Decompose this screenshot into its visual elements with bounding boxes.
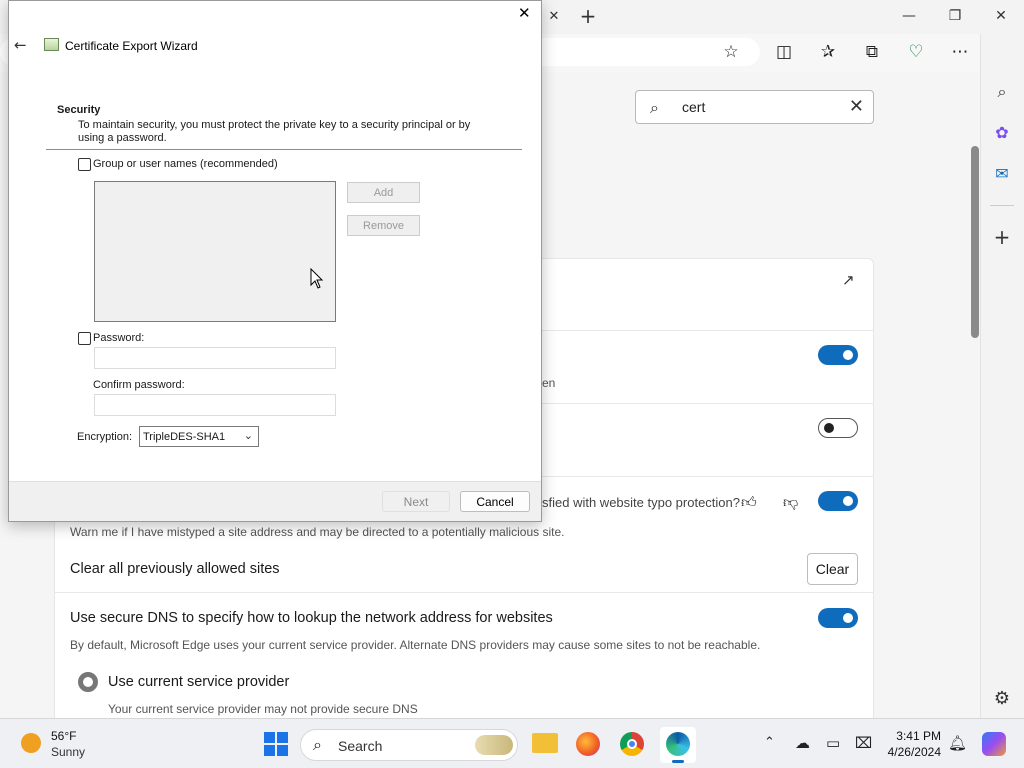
- section-title: Security: [57, 104, 101, 116]
- new-tab-button[interactable]: +: [575, 2, 601, 30]
- chevron-down-icon: ⌄: [243, 429, 253, 442]
- settings-gear-icon[interactable]: ⚙: [980, 683, 1024, 713]
- clock-date[interactable]: 4/26/2024: [884, 745, 941, 759]
- thumbs-down-icon[interactable]: 👎︎: [783, 493, 798, 512]
- file-explorer-icon[interactable]: [532, 733, 558, 753]
- current-provider-description: Your current service provider may not pr…: [108, 702, 418, 716]
- encryption-select[interactable]: TripleDES-SHA1 ⌄: [139, 426, 259, 447]
- clear-search-icon[interactable]: ✕: [849, 96, 864, 117]
- secure-dns-toggle[interactable]: [818, 608, 858, 628]
- collections-icon[interactable]: ⧉: [855, 36, 889, 68]
- search-icon: ⌕: [650, 98, 659, 117]
- confirm-password-field[interactable]: [94, 394, 336, 416]
- tab-close-icon[interactable]: ✕: [542, 0, 566, 32]
- typo-protection-toggle[interactable]: [818, 491, 858, 511]
- taskbar-search-box[interactable]: ⌕ Search: [300, 729, 518, 761]
- weather-temp[interactable]: 56°F: [51, 729, 76, 743]
- search-value: cert: [682, 99, 706, 115]
- current-provider-label: Use current service provider: [108, 674, 290, 690]
- next-button[interactable]: Next: [382, 491, 450, 512]
- browser-essentials-icon[interactable]: ♡: [899, 36, 933, 68]
- typo-protection-description: Warn me if I have mistyped a site addres…: [70, 525, 565, 539]
- mouse-cursor-icon: [310, 268, 324, 289]
- partial-description: en: [542, 376, 556, 390]
- edge-taskbar-button[interactable]: [660, 727, 696, 763]
- chrome-icon[interactable]: [620, 732, 644, 756]
- display-icon[interactable]: ▭: [826, 734, 840, 752]
- group-names-checkbox[interactable]: [78, 158, 91, 171]
- more-icon[interactable]: ⋯: [943, 36, 977, 68]
- remove-button[interactable]: Remove: [347, 215, 420, 236]
- open-external-icon[interactable]: ↗: [842, 271, 860, 289]
- divider: [54, 592, 874, 593]
- add-button[interactable]: Add: [347, 182, 420, 203]
- search-highlight-icon: [475, 735, 513, 755]
- encryption-value: TripleDES-SHA1: [143, 431, 226, 443]
- current-provider-radio[interactable]: [78, 672, 98, 692]
- copilot-app-icon[interactable]: ✿: [980, 117, 1024, 147]
- start-button[interactable]: [264, 732, 288, 756]
- secure-dns-description: By default, Microsoft Edge uses your cur…: [70, 638, 761, 652]
- network-icon[interactable]: ⌧: [855, 734, 872, 752]
- cancel-button[interactable]: Cancel: [460, 491, 530, 512]
- settings-search-input[interactable]: ⌕ cert ✕: [635, 90, 874, 124]
- search-icon[interactable]: ⌕: [980, 77, 1024, 107]
- onedrive-icon[interactable]: ☁: [795, 734, 810, 752]
- dialog-title: Certificate Export Wizard: [65, 39, 198, 53]
- notification-bell-icon[interactable]: 🔔︎: [948, 734, 967, 752]
- chrome-center-icon: [627, 739, 637, 749]
- group-names-label: Group or user names (recommended): [93, 158, 278, 170]
- search-icon: ⌕: [313, 735, 322, 754]
- sidebar-divider: [990, 205, 1014, 206]
- scrollbar[interactable]: [971, 146, 979, 338]
- password-label: Password:: [93, 332, 145, 344]
- weather-sun-icon[interactable]: [21, 733, 41, 753]
- section-description: To maintain security, you must protect t…: [78, 119, 471, 144]
- restore-button[interactable]: ❐: [932, 0, 978, 32]
- section-divider: [46, 149, 522, 150]
- taskbar-search-label: Search: [338, 738, 383, 754]
- dialog-close-icon[interactable]: ✕: [518, 4, 536, 24]
- firefox-icon[interactable]: [576, 732, 600, 756]
- encryption-label: Encryption:: [77, 431, 133, 443]
- edge-icon: [666, 732, 690, 756]
- toggle-switch[interactable]: [818, 418, 858, 438]
- active-indicator: [672, 760, 684, 763]
- chevron-up-icon[interactable]: ⌃: [764, 735, 775, 750]
- add-icon[interactable]: +: [980, 222, 1024, 252]
- confirm-password-label: Confirm password:: [93, 379, 185, 391]
- clear-sites-label: Clear all previously allowed sites: [70, 561, 280, 577]
- group-names-list[interactable]: [94, 181, 336, 322]
- back-arrow-icon[interactable]: ←: [14, 36, 27, 54]
- minimize-button[interactable]: —: [886, 0, 932, 32]
- weather-condition[interactable]: Sunny: [51, 745, 85, 759]
- favorites-icon[interactable]: ✰: [811, 36, 845, 68]
- window-close-button[interactable]: ✕: [978, 0, 1024, 32]
- copilot-taskbar-icon[interactable]: [982, 732, 1006, 756]
- clock-time[interactable]: 3:41 PM: [886, 729, 941, 743]
- clear-button[interactable]: Clear: [807, 553, 858, 585]
- toggle-switch[interactable]: [818, 345, 858, 365]
- password-checkbox[interactable]: [78, 332, 91, 345]
- outlook-icon[interactable]: ✉: [980, 158, 1024, 188]
- password-field[interactable]: [94, 347, 336, 369]
- secure-dns-title: Use secure DNS to specify how to lookup …: [70, 610, 553, 626]
- star-icon[interactable]: ☆: [714, 36, 748, 68]
- typo-protection-question: sfied with website typo protection?: [542, 495, 740, 510]
- thumbs-up-icon[interactable]: 👍︎: [741, 493, 757, 512]
- certificate-icon: [44, 38, 59, 51]
- split-screen-icon[interactable]: ◫: [767, 36, 801, 68]
